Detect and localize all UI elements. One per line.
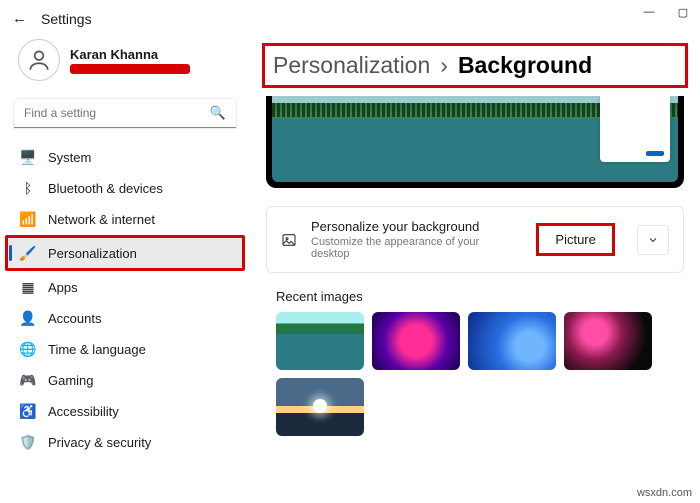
- nav-icon: ♿: [20, 403, 36, 419]
- sidebar-item-privacy-security[interactable]: 🛡️ Privacy & security: [8, 427, 242, 457]
- user-name: Karan Khanna: [70, 47, 190, 62]
- search-icon: 🔍: [210, 105, 226, 121]
- window-controls: — ▢: [632, 0, 700, 24]
- user-email-redacted: [70, 64, 190, 74]
- card-subtitle: Customize the appearance of your desktop: [311, 236, 508, 260]
- nav-icon: 🛡️: [20, 434, 36, 450]
- recent-images-section: Recent images: [266, 289, 684, 436]
- sidebar-item-accounts[interactable]: 👤 Accounts: [8, 303, 242, 333]
- app-title: Settings: [41, 11, 92, 27]
- search-box[interactable]: 🔍: [14, 99, 236, 128]
- sidebar-item-bluetooth-devices[interactable]: ᛒ Bluetooth & devices: [8, 173, 242, 203]
- maximize-button[interactable]: ▢: [666, 0, 700, 24]
- breadcrumb-parent[interactable]: Personalization: [273, 52, 430, 79]
- avatar: [18, 39, 60, 81]
- recent-image-thumb[interactable]: [564, 312, 652, 370]
- breadcrumb-current: Background: [458, 52, 592, 79]
- nav-label: System: [48, 150, 91, 165]
- search-input[interactable]: [14, 99, 236, 128]
- nav-label: Time & language: [48, 342, 146, 357]
- sidebar-item-accessibility[interactable]: ♿ Accessibility: [8, 396, 242, 426]
- nav-label: Accounts: [48, 311, 101, 326]
- nav-label: Apps: [48, 280, 78, 295]
- recent-image-thumb[interactable]: [276, 312, 364, 370]
- recent-image-thumb[interactable]: [372, 312, 460, 370]
- expand-button[interactable]: [637, 225, 669, 255]
- nav-icon: ᛒ: [20, 180, 36, 196]
- back-button[interactable]: ←: [12, 10, 27, 27]
- nav-icon: 👤: [20, 310, 36, 326]
- recent-heading: Recent images: [276, 289, 684, 304]
- card-title: Personalize your background: [311, 219, 508, 234]
- nav-icon: ▦: [20, 279, 36, 295]
- recent-image-thumb[interactable]: [468, 312, 556, 370]
- nav-list: 🖥️ System ᛒ Bluetooth & devices 📶 Network & i…: [8, 142, 242, 457]
- nav-label: Accessibility: [48, 404, 119, 419]
- nav-label: Personalization: [48, 246, 137, 261]
- sidebar-item-system[interactable]: 🖥️ System: [8, 142, 242, 172]
- sidebar-item-apps[interactable]: ▦ Apps: [8, 272, 242, 302]
- minimize-button[interactable]: —: [632, 0, 666, 24]
- nav-label: Gaming: [48, 373, 94, 388]
- chevron-right-icon: ›: [440, 52, 448, 79]
- watermark: wsxdn.com: [637, 487, 692, 499]
- sidebar: Karan Khanna 🔍 🖥️ System ᛒ Bluetooth & devi…: [0, 33, 250, 502]
- nav-label: Network & internet: [48, 212, 155, 227]
- desktop-preview: [266, 96, 684, 188]
- background-card: Personalize your background Customize th…: [266, 206, 684, 273]
- sidebar-item-network-internet[interactable]: 📶 Network & internet: [8, 204, 242, 234]
- image-icon: [281, 232, 297, 248]
- nav-icon: 📶: [20, 211, 36, 227]
- sidebar-item-personalization[interactable]: 🖌️ Personalization: [8, 238, 242, 268]
- nav-icon: 🖥️: [20, 149, 36, 165]
- nav-icon: 🌐: [20, 341, 36, 357]
- preview-window: [600, 96, 670, 162]
- nav-icon: 🎮: [20, 372, 36, 388]
- breadcrumb: Personalization › Background: [262, 43, 688, 88]
- sidebar-item-gaming[interactable]: 🎮 Gaming: [8, 365, 242, 395]
- background-type-dropdown[interactable]: Picture: [536, 223, 614, 256]
- nav-label: Privacy & security: [48, 435, 151, 450]
- nav-icon: 🖌️: [20, 245, 36, 261]
- main-content: Personalization › Background Personalize…: [250, 33, 700, 502]
- recent-image-thumb[interactable]: [276, 378, 364, 436]
- nav-label: Bluetooth & devices: [48, 181, 163, 196]
- profile[interactable]: Karan Khanna: [8, 33, 242, 95]
- sidebar-item-time-language[interactable]: 🌐 Time & language: [8, 334, 242, 364]
